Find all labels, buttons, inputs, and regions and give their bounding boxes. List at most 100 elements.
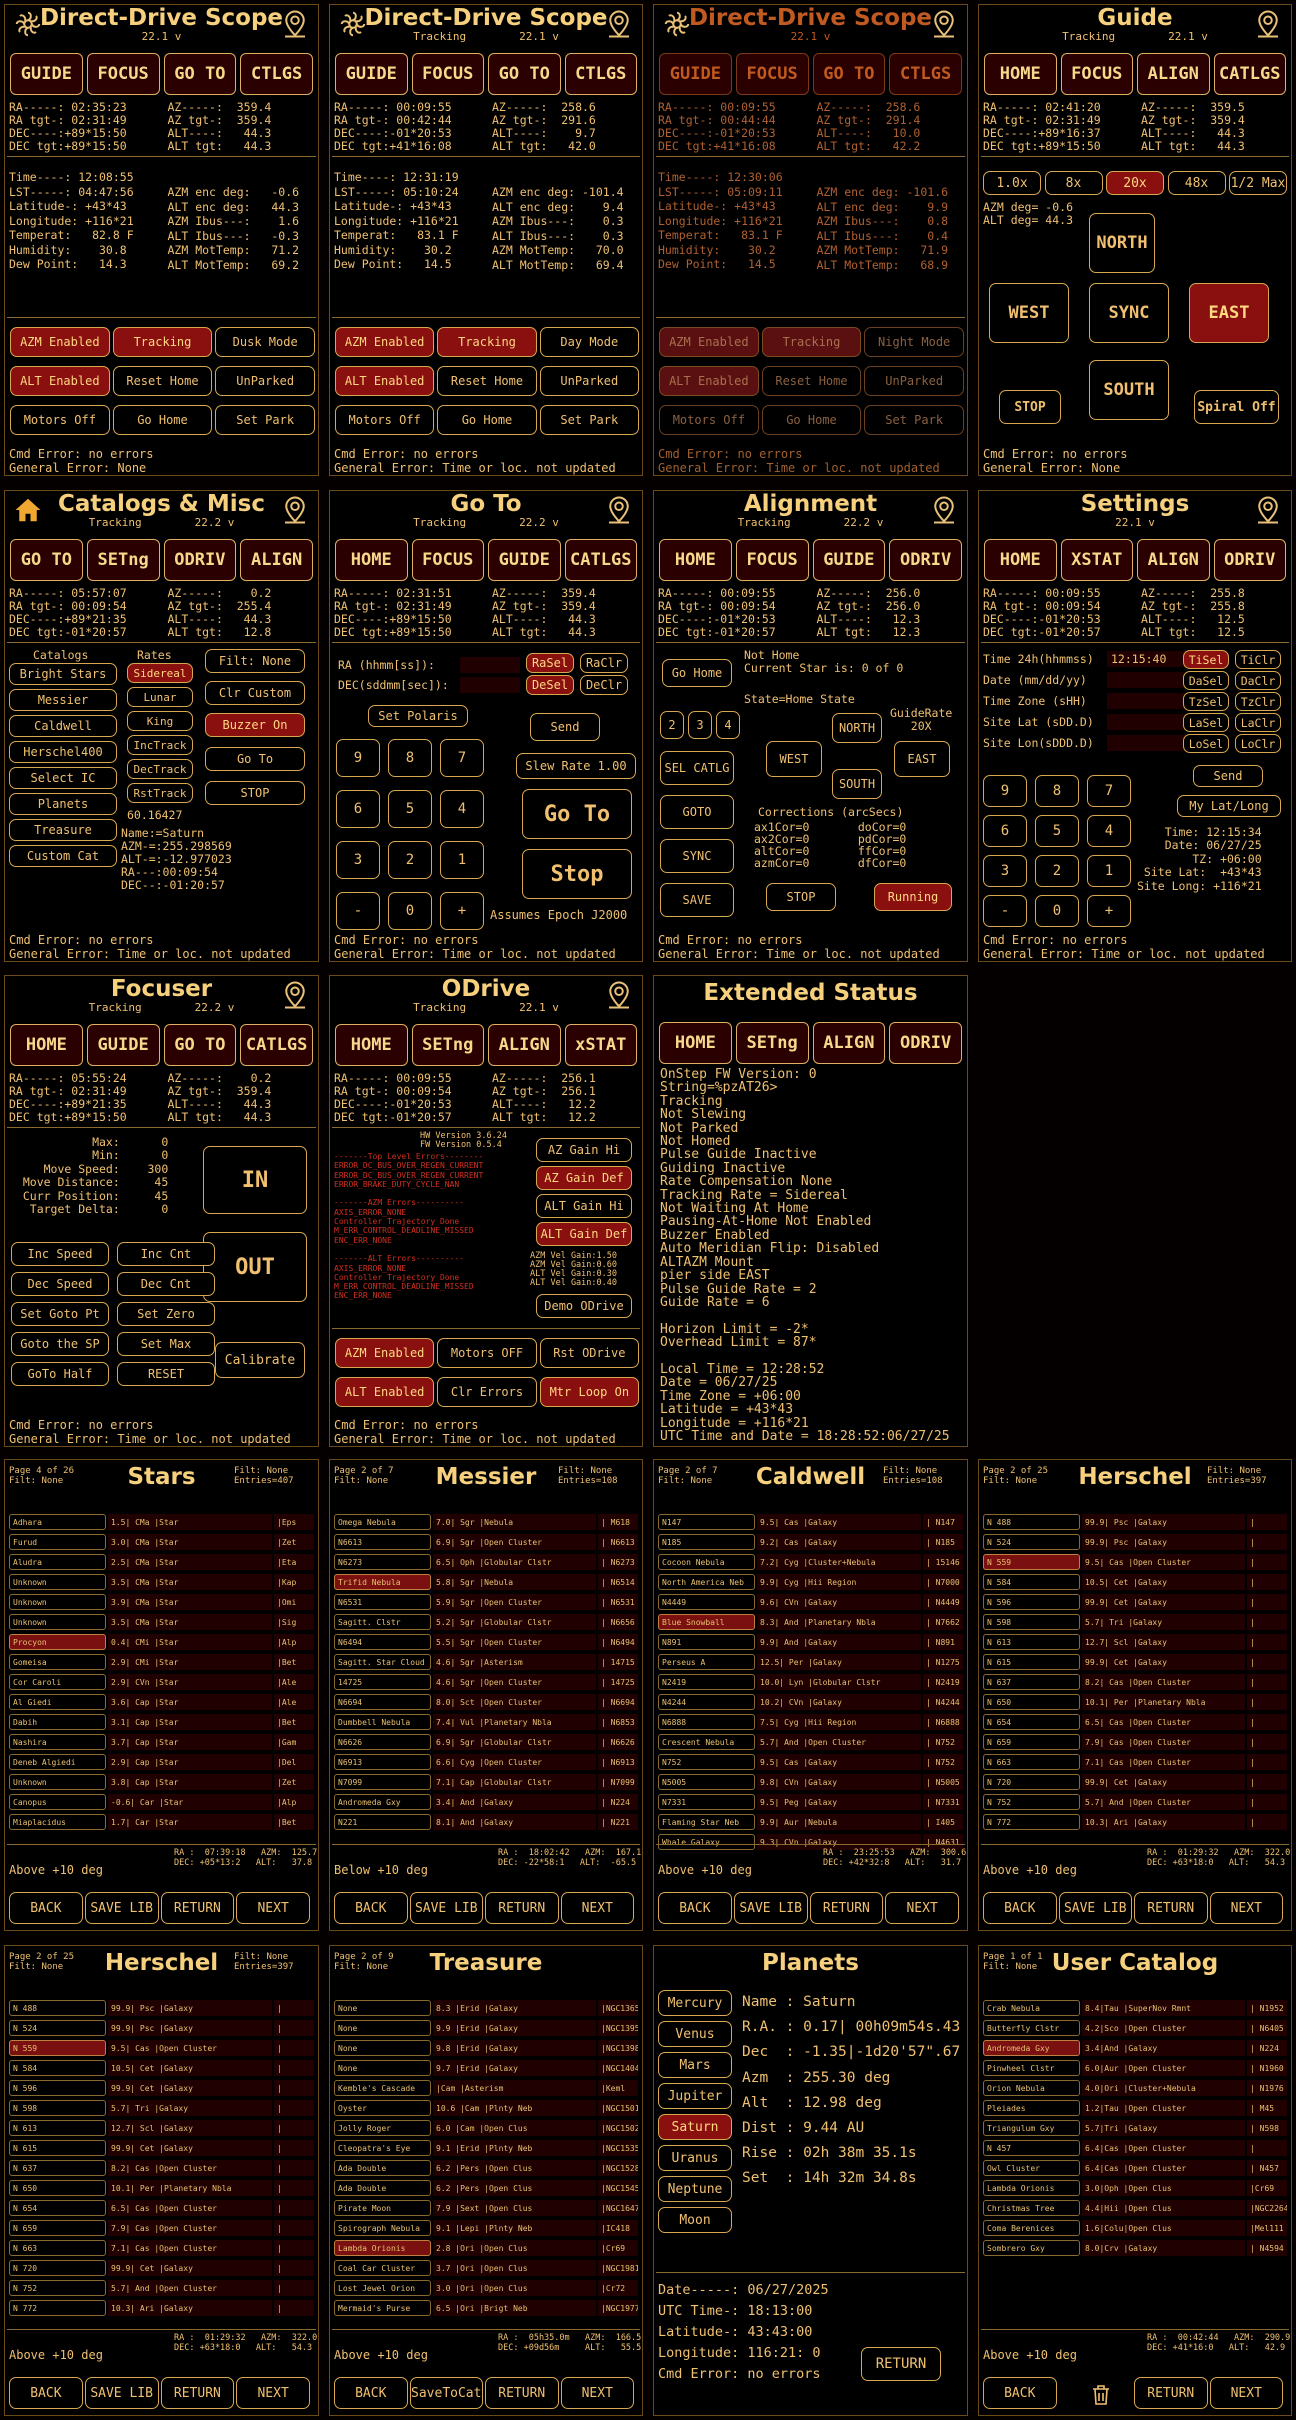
list-item[interactable]: Al Giedi 3.6| Cap |Star |Ale — [9, 1692, 314, 1712]
btn-azm-enabled[interactable]: AZM Enabled — [335, 1338, 435, 1368]
catalog-bright-stars[interactable]: Bright Stars — [9, 663, 117, 685]
rate-8x[interactable]: 8x — [1044, 171, 1103, 195]
planet-neptune[interactable]: Neptune — [658, 2176, 732, 2202]
btn-set-goto-pt[interactable]: Set Goto Pt — [11, 1302, 109, 1326]
btn-gain-0[interactable]: AZ Gain Hi — [536, 1138, 632, 1162]
trash-icon[interactable] — [1089, 2383, 1113, 2407]
btn-save-lib[interactable]: SAVE LIB — [409, 1892, 483, 1924]
list-item[interactable]: Furud 3.0| CMa |Star |Zet — [9, 1532, 314, 1552]
object-name[interactable]: Andromeda Gxy — [334, 1794, 431, 1810]
key-1[interactable]: 1 — [1087, 855, 1131, 887]
btn-lasel[interactable]: LaSel — [1183, 713, 1229, 732]
nav-button-focus[interactable]: FOCUS — [411, 539, 484, 581]
object-name[interactable]: Perseus A — [658, 1654, 755, 1670]
btn-return[interactable]: RETURN — [1134, 2377, 1208, 2409]
object-name[interactable]: N 637 — [983, 1674, 1080, 1690]
list-item[interactable]: N 559 9.5| Cas |Open Cluster | — [983, 1552, 1287, 1572]
object-name[interactable]: Dabih — [9, 1714, 106, 1730]
object-name[interactable]: N 488 — [983, 1514, 1080, 1530]
object-name[interactable]: Dumbbell Nebula — [334, 1714, 431, 1730]
object-name[interactable]: None — [334, 2040, 431, 2056]
object-name[interactable]: N891 — [658, 1634, 755, 1650]
object-name[interactable]: Trifid Nebula — [334, 1574, 431, 1590]
object-name[interactable]: N5005 — [658, 1774, 755, 1790]
list-item[interactable]: Christmas Tree 4.4|Hii |Open Clus |NGC2264 — [983, 2198, 1287, 2218]
list-item[interactable]: N 596 99.9| Cet |Galaxy | — [9, 2078, 314, 2098]
list-item[interactable]: Crescent Nebula 5.7| And |Open Cluster | N… — [658, 1732, 963, 1752]
nav-button-goto[interactable]: GO TO — [812, 53, 886, 95]
btn-next[interactable]: NEXT — [236, 1892, 310, 1924]
list-item[interactable]: N 596 99.9| Cet |Galaxy | — [983, 1592, 1287, 1612]
nav-button-goto[interactable]: GO TO — [488, 53, 561, 95]
list-item[interactable]: Mermaid's Purse 6.5 |Ori |Brigt Neb |NGC19… — [334, 2298, 638, 2318]
btn-east[interactable]: EAST — [894, 741, 950, 777]
object-name[interactable]: Gomeisa — [9, 1654, 106, 1670]
object-name[interactable]: N 772 — [983, 1814, 1080, 1830]
btn-goto-half[interactable]: GoTo Half — [11, 1362, 109, 1386]
send-button[interactable]: Send — [530, 713, 600, 741]
list-item[interactable]: Dumbbell Nebula 7.4| Vul |Planetary Nbla |… — [334, 1712, 638, 1732]
list-item[interactable]: Sagitt. Clstr 5.2| Sgr |Globular Clstr | N… — [334, 1612, 638, 1632]
list-item[interactable]: N 615 99.9| Cet |Galaxy | — [9, 2138, 314, 2158]
btn-go-to[interactable]: Go To — [205, 747, 305, 771]
my-lat-long-button[interactable]: My Lat/Long — [1177, 795, 1281, 817]
nav-button-odriv[interactable]: ODRIV — [1213, 539, 1286, 581]
btn-declr[interactable]: DeClr — [580, 675, 628, 695]
list-item[interactable]: N6273 6.5| Oph |Globular Clstr | N6273 — [334, 1552, 638, 1572]
btn-sync[interactable]: SYNC — [1089, 283, 1169, 343]
object-name[interactable]: N185 — [658, 1534, 755, 1550]
object-name[interactable]: N 663 — [9, 2240, 106, 2256]
location-pin-icon[interactable] — [604, 980, 634, 1010]
btn-star-4[interactable]: 4 — [716, 711, 740, 739]
btn-motors-off[interactable]: Motors Off — [659, 405, 759, 435]
object-name[interactable]: None — [334, 2020, 431, 2036]
object-name[interactable]: Sagitt. Star Cloud — [334, 1654, 431, 1670]
btn-tzsel[interactable]: TzSel — [1183, 692, 1229, 711]
btn-reset-home[interactable]: Reset Home — [437, 366, 537, 396]
object-name[interactable]: N 598 — [983, 1614, 1080, 1630]
btn-back[interactable]: BACK — [983, 2377, 1057, 2409]
location-pin-icon[interactable] — [280, 495, 310, 525]
nav-button-catlgs[interactable]: CATLGS — [240, 1024, 313, 1066]
list-item[interactable]: N 772 10.3| Ari |Galaxy | — [983, 1812, 1287, 1832]
btn-back[interactable]: BACK — [9, 2377, 83, 2409]
list-item[interactable]: N7099 7.1| Cap |Globular Clstr | N7099 — [334, 1772, 638, 1792]
list-item[interactable]: N7331 9.5| Peg |Galaxy | N7331 — [658, 1792, 963, 1812]
btn-south[interactable]: SOUTH — [1089, 360, 1169, 420]
object-name[interactable]: N 559 — [9, 2040, 106, 2056]
object-name[interactable]: North America Neb — [658, 1574, 755, 1590]
object-name[interactable]: N 584 — [9, 2060, 106, 2076]
object-name[interactable]: None — [334, 2000, 431, 2016]
object-name[interactable]: Procyon — [9, 1634, 106, 1650]
field-input-1[interactable] — [1107, 672, 1189, 688]
btn-set-zero[interactable]: Set Zero — [117, 1302, 215, 1326]
goto-button[interactable]: Go To — [522, 789, 632, 839]
nav-button-home[interactable]: HOME — [659, 539, 732, 581]
object-name[interactable]: N752 — [658, 1754, 755, 1770]
list-item[interactable]: Spirograph Nebula 9.1 |Lepi |Plnty Neb |IC… — [334, 2218, 638, 2238]
list-item[interactable]: Dabih 3.1| Cap |Star |Bet — [9, 1712, 314, 1732]
object-name[interactable]: N 524 — [9, 2020, 106, 2036]
nav-button-focus[interactable]: FOCUS — [86, 53, 160, 95]
list-item[interactable]: N 752 5.7| And |Open Cluster | — [983, 1792, 1287, 1812]
btn-gain-3[interactable]: ALT Gain Def — [536, 1222, 632, 1246]
btn-return[interactable]: RETURN — [160, 2377, 235, 2409]
key-1[interactable]: 1 — [440, 841, 484, 879]
list-item[interactable]: Deneb Algiedi 2.9| Cap |Star |Del — [9, 1752, 314, 1772]
object-name[interactable]: Coal Car Cluster — [334, 2260, 431, 2276]
location-pin-icon[interactable] — [604, 495, 634, 525]
catalog-herschel400[interactable]: Herschel400 — [9, 741, 117, 763]
list-item[interactable]: N147 9.5| Cas |Galaxy | N147 — [658, 1512, 963, 1532]
btn-north[interactable]: NORTH — [832, 713, 882, 743]
object-name[interactable]: N7099 — [334, 1774, 431, 1790]
object-name[interactable]: N 720 — [9, 2260, 106, 2276]
nav-button-ctlgs[interactable]: CTLGS — [240, 53, 313, 95]
running-button[interactable]: Running — [874, 883, 952, 911]
list-item[interactable]: Sombrero Gxy 8.0|Crv |Galaxy | N4594 — [983, 2238, 1287, 2258]
btn-set-park[interactable]: Set Park — [539, 405, 639, 435]
btn-night-mode[interactable]: Night Mode — [864, 327, 964, 357]
key-+[interactable]: + — [1087, 895, 1131, 927]
out-button[interactable]: OUT — [203, 1232, 307, 1302]
list-item[interactable]: Ada Double 6.2 |Pers |Open Clus |NGC1528 — [334, 2158, 638, 2178]
btn-reset-home[interactable]: Reset Home — [112, 366, 213, 396]
